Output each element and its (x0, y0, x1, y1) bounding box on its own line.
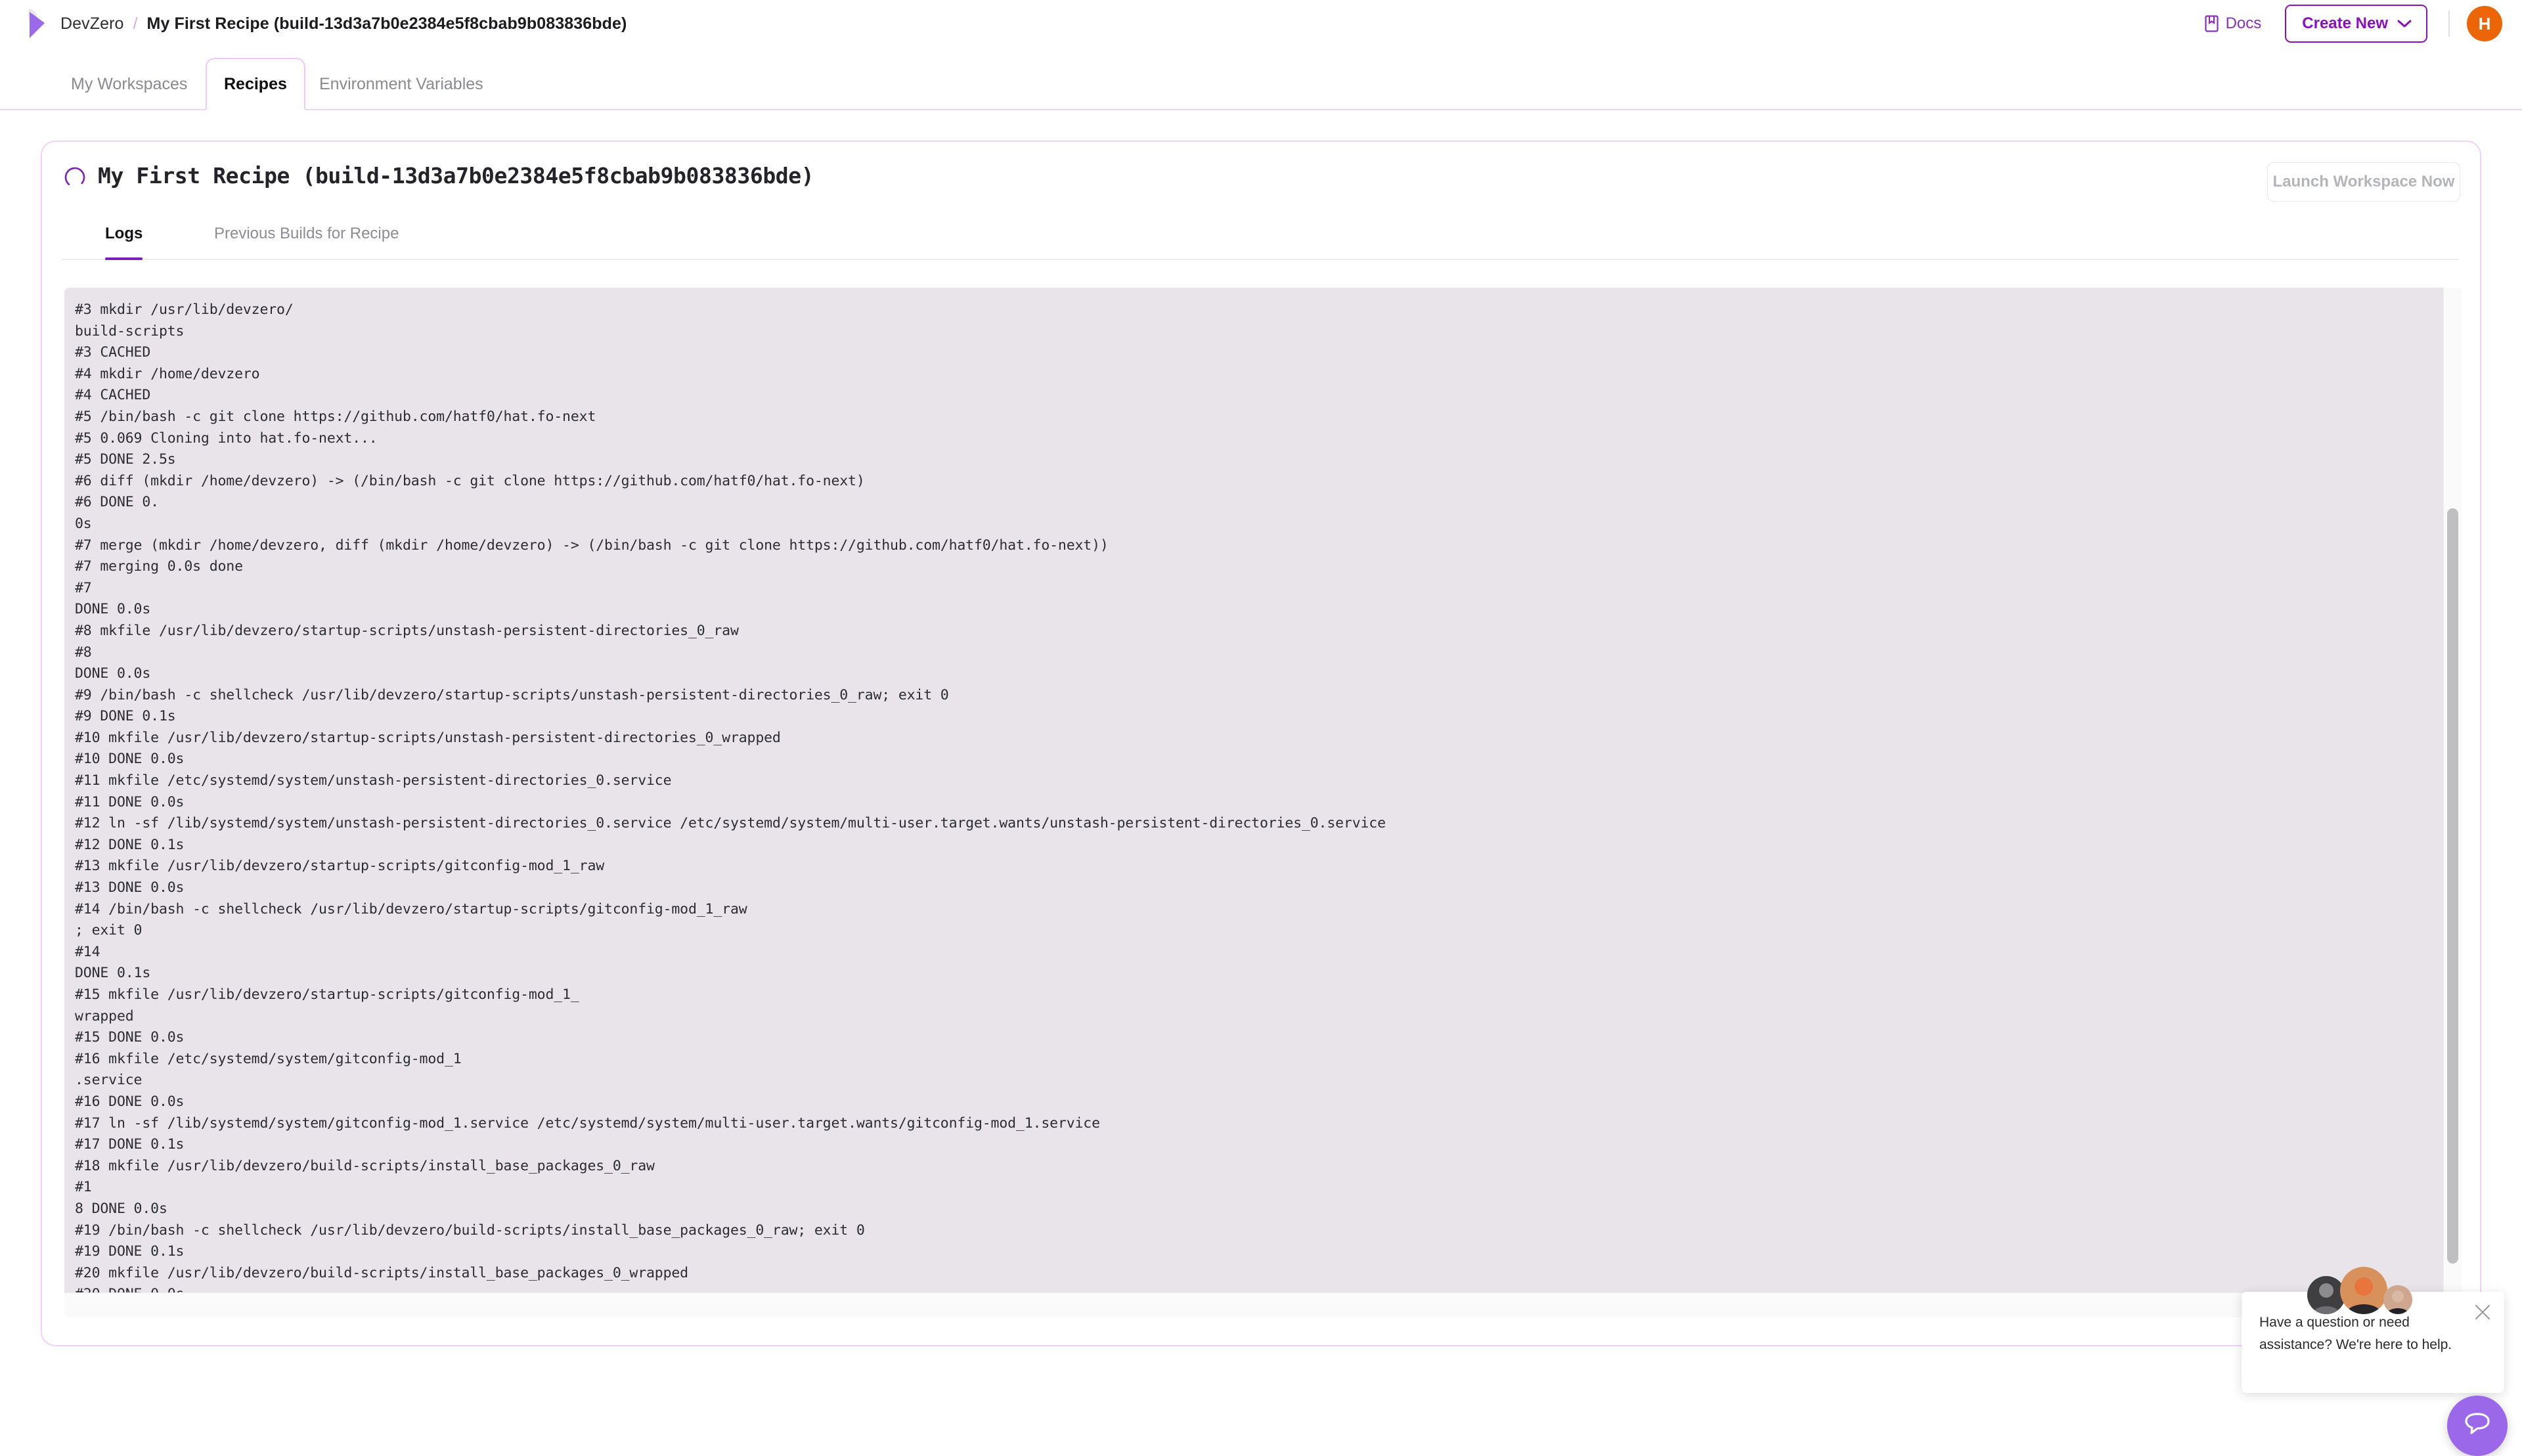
tab-my-workspaces[interactable]: My Workspaces (54, 58, 204, 110)
user-avatar[interactable]: H (2467, 6, 2502, 41)
log-line: ; exit 0 (75, 920, 2443, 942)
recipe-sub-tab-bar: Logs Previous Builds for Recipe (42, 222, 2480, 260)
close-icon[interactable] (2473, 1302, 2492, 1322)
chat-launcher-button[interactable] (2447, 1396, 2508, 1456)
log-line: #16 DONE 0.0s (75, 1092, 2443, 1113)
loading-spinner-icon (64, 166, 86, 188)
log-line: #5 /bin/bash -c git clone https://github… (75, 407, 2443, 428)
log-line: #5 0.069 Cloning into hat.fo-next... (75, 428, 2443, 450)
log-line: #16 mkfile /etc/systemd/system/gitconfig… (75, 1049, 2443, 1070)
sub-tab-active-indicator (105, 257, 143, 260)
docs-label: Docs (2226, 14, 2262, 33)
log-line: #19 /bin/bash -c shellcheck /usr/lib/dev… (75, 1220, 2443, 1242)
log-line: #8 (75, 642, 2443, 664)
sub-tab-rule (62, 259, 2459, 260)
log-line: #14 /bin/bash -c shellcheck /usr/lib/dev… (75, 899, 2443, 921)
build-log-panel: #3 mkdir /usr/lib/devzero/build-scripts#… (64, 288, 2462, 1317)
log-line: #12 DONE 0.1s (75, 835, 2443, 856)
log-line: #15 DONE 0.0s (75, 1027, 2443, 1049)
agent-avatar-1 (2307, 1276, 2345, 1314)
log-line: .service (75, 1070, 2443, 1092)
breadcrumb-separator: / (133, 14, 138, 33)
build-log-content[interactable]: #3 mkdir /usr/lib/devzero/build-scripts#… (64, 288, 2443, 1292)
page-title: My First Recipe (build-13d3a7b0e2384e5f8… (98, 163, 814, 188)
book-icon (2205, 15, 2219, 32)
sub-tab-logs[interactable]: Logs (105, 223, 143, 260)
agent-avatar-3 (2383, 1285, 2412, 1314)
create-new-button[interactable]: Create New (2285, 5, 2427, 43)
docs-link[interactable]: Docs (2205, 14, 2262, 33)
log-horizontal-scrollbar[interactable] (64, 1292, 2462, 1317)
log-line: #11 mkfile /etc/systemd/system/unstash-p… (75, 770, 2443, 792)
chevron-down-icon (2397, 14, 2412, 33)
log-line: #7 (75, 578, 2443, 600)
log-line: #6 DONE 0. (75, 492, 2443, 514)
log-line: build-scripts (75, 321, 2443, 343)
tab-environment-variables[interactable]: Environment Variables (302, 58, 500, 110)
log-line: #17 DONE 0.1s (75, 1134, 2443, 1156)
log-vertical-scrollbar[interactable] (2443, 288, 2462, 1292)
log-line: #9 DONE 0.1s (75, 706, 2443, 728)
tab-label: Environment Variables (319, 75, 483, 94)
log-line: #3 mkdir /usr/lib/devzero/ (75, 299, 2443, 321)
support-chat-widget: Have a question or need assistance? We'r… (2233, 1267, 2522, 1438)
log-line: #9 /bin/bash -c shellcheck /usr/lib/devz… (75, 685, 2443, 707)
sub-tab-label: Logs (105, 225, 143, 243)
log-line: #11 DONE 0.0s (75, 792, 2443, 814)
tab-recipes[interactable]: Recipes (206, 58, 305, 110)
create-new-label: Create New (2302, 14, 2388, 33)
log-line: #7 merge (mkdir /home/devzero, diff (mkd… (75, 535, 2443, 557)
log-line: #20 DONE 0.0s (75, 1284, 2443, 1292)
log-line: #17 ln -sf /lib/systemd/system/gitconfig… (75, 1113, 2443, 1135)
log-line: #13 mkfile /usr/lib/devzero/startup-scri… (75, 856, 2443, 877)
launch-workspace-label: Launch Workspace Now (2273, 173, 2455, 191)
devzero-logo[interactable] (21, 7, 50, 41)
log-line: #19 DONE 0.1s (75, 1241, 2443, 1263)
tab-label: My Workspaces (71, 75, 187, 94)
breadcrumb-current: My First Recipe (build-13d3a7b0e2384e5f8… (147, 14, 627, 33)
log-vertical-scrollbar-thumb[interactable] (2447, 508, 2458, 1264)
top-navigation-bar: DevZero / My First Recipe (build-13d3a7b… (0, 0, 2522, 47)
breadcrumb-root[interactable]: DevZero (60, 14, 124, 33)
log-line: #6 diff (mkdir /home/devzero) -> (/bin/b… (75, 471, 2443, 493)
log-line: #13 DONE 0.0s (75, 877, 2443, 899)
log-line: wrapped (75, 1006, 2443, 1028)
log-line: #18 mkfile /usr/lib/devzero/build-script… (75, 1156, 2443, 1178)
sub-tab-label: Previous Builds for Recipe (214, 225, 399, 243)
log-line: #10 mkfile /usr/lib/devzero/startup-scri… (75, 728, 2443, 749)
launch-workspace-button[interactable]: Launch Workspace Now (2267, 162, 2460, 202)
log-line: #5 DONE 2.5s (75, 449, 2443, 471)
avatar-initial: H (2479, 14, 2491, 34)
breadcrumb: DevZero / My First Recipe (build-13d3a7b… (60, 14, 627, 33)
agent-avatar-2 (2340, 1267, 2387, 1314)
recipe-header: My First Recipe (build-13d3a7b0e2384e5f8… (42, 142, 2480, 221)
devzero-logo-mark (21, 7, 50, 41)
support-agent-avatars (2307, 1267, 2412, 1314)
log-line: #8 mkfile /usr/lib/devzero/startup-scrip… (75, 621, 2443, 642)
log-line: 8 DONE 0.0s (75, 1199, 2443, 1220)
sub-tab-previous-builds[interactable]: Previous Builds for Recipe (214, 223, 399, 260)
primary-tab-bar: My Workspaces Recipes Environment Variab… (0, 47, 2522, 110)
log-line: #12 ln -sf /lib/systemd/system/unstash-p… (75, 813, 2443, 835)
chat-prompt-message: Have a question or need assistance? We'r… (2259, 1312, 2464, 1356)
top-navigation-actions: Docs Create New H (2205, 0, 2502, 47)
log-line: #20 mkfile /usr/lib/devzero/build-script… (75, 1263, 2443, 1285)
toolbar-divider (2448, 11, 2450, 37)
log-line: DONE 0.0s (75, 663, 2443, 685)
log-line: DONE 0.1s (75, 963, 2443, 984)
log-line: #14 (75, 942, 2443, 963)
log-line: 0s (75, 514, 2443, 535)
tab-label: Recipes (224, 75, 287, 94)
log-line: #1 (75, 1177, 2443, 1199)
recipe-detail-card: My First Recipe (build-13d3a7b0e2384e5f8… (41, 141, 2481, 1346)
log-line: #10 DONE 0.0s (75, 749, 2443, 770)
log-line: #7 merging 0.0s done (75, 556, 2443, 578)
log-line: DONE 0.0s (75, 599, 2443, 621)
log-line: #4 CACHED (75, 385, 2443, 407)
log-line: #15 mkfile /usr/lib/devzero/startup-scri… (75, 984, 2443, 1006)
log-line: #4 mkdir /home/devzero (75, 364, 2443, 386)
log-line: #3 CACHED (75, 342, 2443, 364)
